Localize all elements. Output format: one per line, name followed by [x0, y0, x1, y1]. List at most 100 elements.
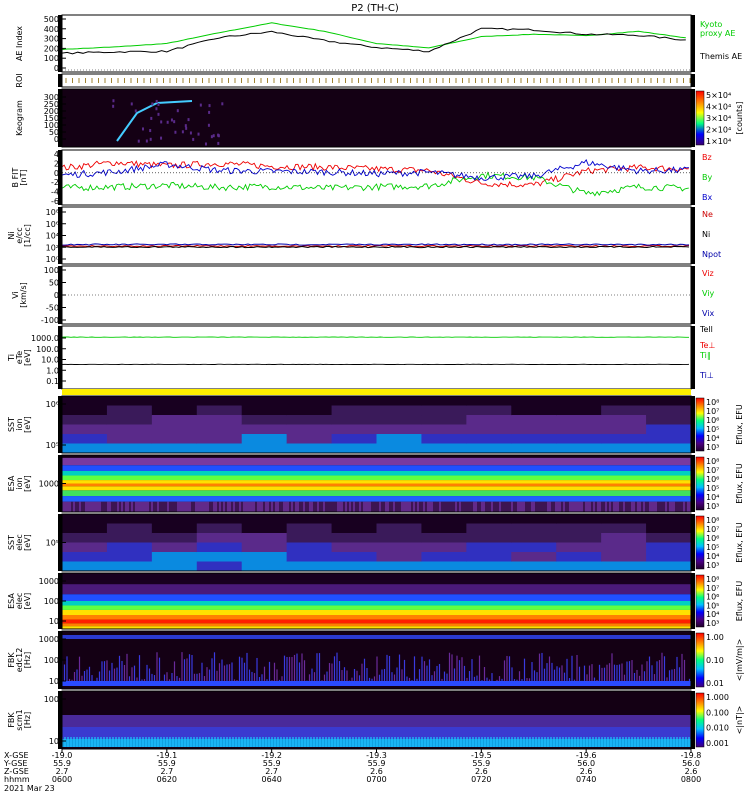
spectro-cell: [106, 396, 153, 406]
spectro-cell: [646, 561, 692, 572]
spectro-cell: [601, 514, 647, 524]
colorbar-tick: 4×10⁴: [706, 103, 731, 112]
colorbar-keogram: [695, 90, 705, 146]
spectro-cell: [286, 434, 333, 444]
spectro-cell: [466, 396, 512, 406]
spectro-cell: [376, 434, 422, 444]
spectro-band: [62, 715, 691, 727]
spectro-band: [62, 615, 691, 620]
spectro-cell: [646, 415, 692, 425]
spectro-band: [62, 465, 691, 471]
colorbar-tick: 10⁶: [706, 416, 719, 425]
spectro-cell: [376, 523, 422, 534]
spectro-band: [62, 486, 691, 491]
ytick-label: 1000: [39, 635, 59, 644]
spectro-cell: [62, 415, 108, 425]
spectro-cell: [421, 434, 467, 444]
spectro-cell: [241, 552, 288, 562]
colorbar-tick: 10⁷: [706, 584, 719, 593]
spectro-cell: [421, 561, 467, 572]
keogram-pixel: [207, 123, 210, 127]
colorbar-tick: 0.010: [706, 724, 729, 733]
keogram-pixel: [174, 130, 177, 134]
spectro-cell: [151, 523, 198, 534]
spectro-cell: [151, 443, 198, 454]
spectro-band: [62, 490, 691, 497]
spectro-cell: [196, 424, 243, 435]
legend-velocity: Vix: [702, 309, 715, 318]
spectro-cell: [511, 561, 557, 572]
spectro-cell: [421, 514, 467, 524]
ylabel-sst_e-2: [eV]: [23, 416, 32, 433]
colorbar-label: Eflux, EFU: [735, 522, 744, 563]
colorbar-tick: 5×10⁴: [706, 91, 731, 100]
spectro-band: [62, 496, 691, 502]
series-kyoto-proxy-ae: [61, 22, 686, 51]
colorbar-tick: 10⁸: [706, 516, 719, 525]
spectro-cell: [646, 424, 692, 435]
left-edge-bar: [58, 15, 62, 72]
ytick-label: 1000.0: [31, 334, 59, 343]
ylabel-t-2: [eV]: [23, 349, 32, 366]
keogram-pixel: [187, 118, 190, 122]
xtick-t: 0600: [52, 775, 72, 784]
spectro-cell: [376, 424, 422, 435]
keogram-pixel: [221, 102, 224, 106]
spectro-cell: [601, 523, 647, 534]
right-edge-bar: [691, 15, 695, 72]
spectro-cell: [421, 542, 467, 553]
legend-temperature: Tell: [699, 325, 713, 334]
spectro-cell: [106, 405, 153, 416]
colorbar-tick: 10⁷: [706, 407, 719, 416]
spectro-cell: [601, 424, 647, 435]
ylabel-ni-2: [1/cc]: [23, 224, 32, 247]
spectro-cell: [241, 542, 288, 553]
spectro-cell: [646, 533, 692, 543]
ytick-label: 100: [44, 266, 59, 275]
spectro-band: [62, 605, 691, 610]
spectro-cell: [556, 405, 602, 416]
right-edge-bar: [691, 89, 695, 147]
spectro-cell: [151, 533, 198, 543]
spectrogram-keogram: [62, 89, 691, 147]
spectro-cell: [286, 542, 333, 553]
keogram-pixel: [184, 124, 187, 128]
keogram-pixel: [176, 109, 179, 113]
spectro-cell: [196, 533, 243, 543]
left-edge-bar: [58, 266, 62, 324]
ytick-label: 300: [44, 35, 59, 44]
time-axis: X-GSEY-GSEZ-GSEhhmm2021 Mar 23-19.055.92…: [3, 749, 701, 793]
keogram-pixel: [157, 112, 160, 116]
spectro-cell: [511, 434, 557, 444]
legend-temperature: Ti∥: [699, 351, 711, 360]
spectro-cell: [106, 533, 153, 543]
spectro-cell: [151, 542, 198, 553]
spectro-cell: [62, 523, 108, 534]
colorbar-tick: 10⁴: [706, 493, 719, 502]
left-edge-bar: [58, 514, 62, 571]
ylabel-esa_el-2: [eV]: [23, 593, 32, 610]
spectro-cell: [151, 434, 198, 444]
spectro-cell: [421, 405, 467, 416]
spectro-cell: [556, 552, 602, 562]
spectro-cell: [286, 405, 333, 416]
ytick-label: -6: [51, 197, 59, 206]
keogram-pixel: [204, 142, 207, 146]
spectro-cell: [151, 415, 198, 425]
spectro-cell: [421, 424, 467, 435]
colorbar-tick: 10⁶: [706, 475, 719, 484]
ytick-label: 100: [44, 695, 59, 704]
spectro-cell: [62, 533, 108, 543]
spectro-cell: [376, 552, 422, 562]
spectro-cell: [196, 415, 243, 425]
ylabel-roi-0: ROI: [15, 73, 24, 87]
ylabel-bfit-1: [nT]: [19, 169, 28, 185]
ylabel-ae-0: AE Index: [15, 26, 24, 61]
keogram-pixel: [199, 103, 202, 107]
spectro-cell: [646, 396, 692, 406]
ytick-label: 10⁵: [46, 539, 59, 548]
spectro-cell: [106, 514, 153, 524]
spectro-cell: [376, 533, 422, 543]
colorbar-tick: 10⁴: [706, 552, 719, 561]
left-edge-bar: [58, 396, 62, 453]
